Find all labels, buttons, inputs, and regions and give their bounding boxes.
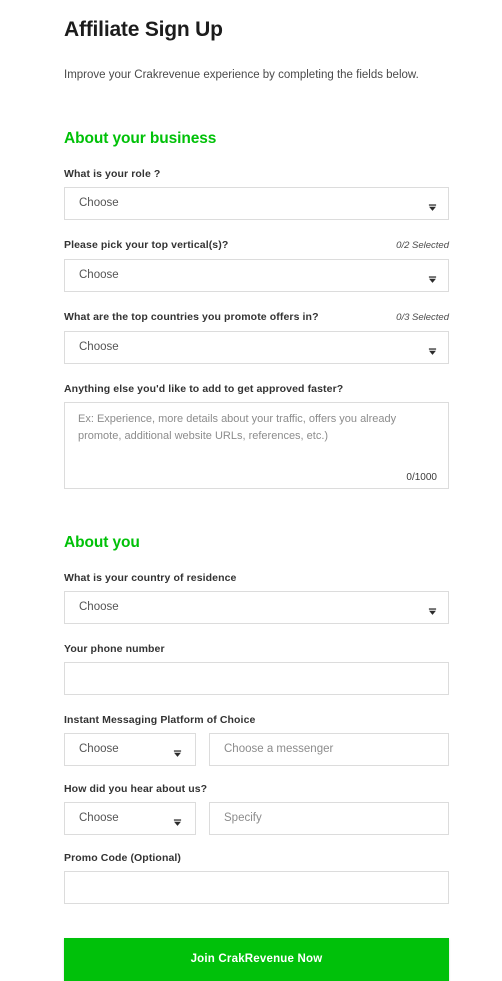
referral-source-col: Choose	[64, 802, 196, 835]
select-countries[interactable]: Choose	[64, 331, 449, 364]
select-referral-source-value: Choose	[79, 812, 119, 824]
field-instant-messaging: Instant Messaging Platform of Choice Cho…	[64, 695, 449, 766]
label-instant-messaging: Instant Messaging Platform of Choice	[64, 714, 256, 726]
messaging-platform-col: Choose	[64, 733, 196, 766]
label-verticals: Please pick your top vertical(s)?	[64, 239, 229, 251]
messaging-row: Choose Choose a messenger	[64, 733, 449, 766]
chevron-down-icon	[173, 745, 182, 757]
field-label-row: Promo Code (Optional)	[64, 851, 449, 871]
page-title: Affiliate Sign Up	[64, 18, 223, 41]
input-messaging-handle[interactable]: Choose a messenger	[209, 733, 449, 766]
input-promo-code[interactable]	[64, 871, 449, 904]
submit-section: Join CrakRevenue Now	[64, 904, 449, 981]
label-referral-source: How did you hear about us?	[64, 783, 208, 795]
counter-verticals: 0/2 Selected	[396, 240, 449, 251]
chevron-down-icon	[428, 343, 437, 355]
select-country-value: Choose	[79, 601, 119, 613]
messaging-handle-col: Choose a messenger	[209, 733, 449, 766]
section-heading-you: About you	[64, 534, 140, 551]
label-role: What is your role ?	[64, 168, 161, 180]
textarea-placeholder: Ex: Experience, more details about your …	[78, 413, 397, 442]
column-gap	[196, 802, 209, 835]
field-label-row: Your phone number	[64, 642, 449, 662]
select-messaging-platform-value: Choose	[79, 743, 119, 755]
select-country-of-residence[interactable]: Choose	[64, 591, 449, 624]
select-messaging-platform[interactable]: Choose	[64, 733, 196, 766]
counter-countries: 0/3 Selected	[396, 312, 449, 323]
field-phone-number: Your phone number	[64, 624, 449, 695]
field-referral-source: How did you hear about us? Choose Specif…	[64, 766, 449, 835]
chevron-down-icon	[173, 814, 182, 826]
chevron-down-icon	[428, 603, 437, 615]
field-countries: What are the top countries you promote o…	[64, 292, 449, 364]
select-referral-source[interactable]: Choose	[64, 802, 196, 835]
field-label-row: How did you hear about us?	[64, 782, 449, 802]
label-promo-code: Promo Code (Optional)	[64, 852, 182, 864]
field-label-row: What are the top countries you promote o…	[64, 310, 449, 331]
label-country-of-residence: What is your country of residence	[64, 572, 237, 584]
label-countries: What are the top countries you promote o…	[64, 311, 319, 323]
input-referral-specify[interactable]: Specify	[209, 802, 449, 835]
select-role[interactable]: Choose	[64, 187, 449, 220]
section-heading-business: About your business	[64, 130, 217, 147]
referral-specify-col: Specify	[209, 802, 449, 835]
select-verticals-value: Choose	[79, 269, 119, 281]
select-verticals[interactable]: Choose	[64, 259, 449, 292]
field-country-of-residence: What is your country of residence Choose	[64, 553, 449, 624]
chevron-down-icon	[428, 271, 437, 283]
section-about-your-business: About your business What is your role ? …	[64, 83, 449, 489]
join-crakrevenue-button[interactable]: Join CrakRevenue Now	[64, 938, 449, 981]
field-additional-notes: Anything else you'd like to add to get a…	[64, 364, 449, 489]
affiliate-signup-page: Affiliate Sign Up Improve your Crakreven…	[0, 0, 502, 981]
field-label-row: What is your role ?	[64, 167, 449, 187]
field-promo-code: Promo Code (Optional)	[64, 835, 449, 904]
field-label-row: Please pick your top vertical(s)? 0/2 Se…	[64, 238, 449, 259]
field-label-row: What is your country of residence	[64, 571, 449, 591]
input-referral-specify-placeholder: Specify	[224, 812, 262, 824]
input-phone-number[interactable]	[64, 662, 449, 695]
column-gap	[196, 733, 209, 766]
label-additional-notes: Anything else you'd like to add to get a…	[64, 383, 344, 395]
page-subtitle: Improve your Crakrevenue experience by c…	[64, 69, 419, 81]
field-label-row: Anything else you'd like to add to get a…	[64, 382, 449, 402]
select-role-value: Choose	[79, 197, 119, 209]
field-verticals: Please pick your top vertical(s)? 0/2 Se…	[64, 220, 449, 292]
textarea-character-counter: 0/1000	[406, 472, 437, 483]
select-countries-value: Choose	[79, 341, 119, 353]
field-label-row: Instant Messaging Platform of Choice	[64, 713, 449, 733]
label-phone-number: Your phone number	[64, 643, 165, 655]
form-container: Affiliate Sign Up Improve your Crakreven…	[64, 0, 449, 981]
referral-row: Choose Specify	[64, 802, 449, 835]
chevron-down-icon	[428, 199, 437, 211]
textarea-additional-notes[interactable]: Ex: Experience, more details about your …	[64, 402, 449, 489]
section-about-you: About you What is your country of reside…	[64, 489, 449, 904]
field-role: What is your role ? Choose	[64, 149, 449, 220]
input-messaging-handle-placeholder: Choose a messenger	[224, 743, 334, 755]
